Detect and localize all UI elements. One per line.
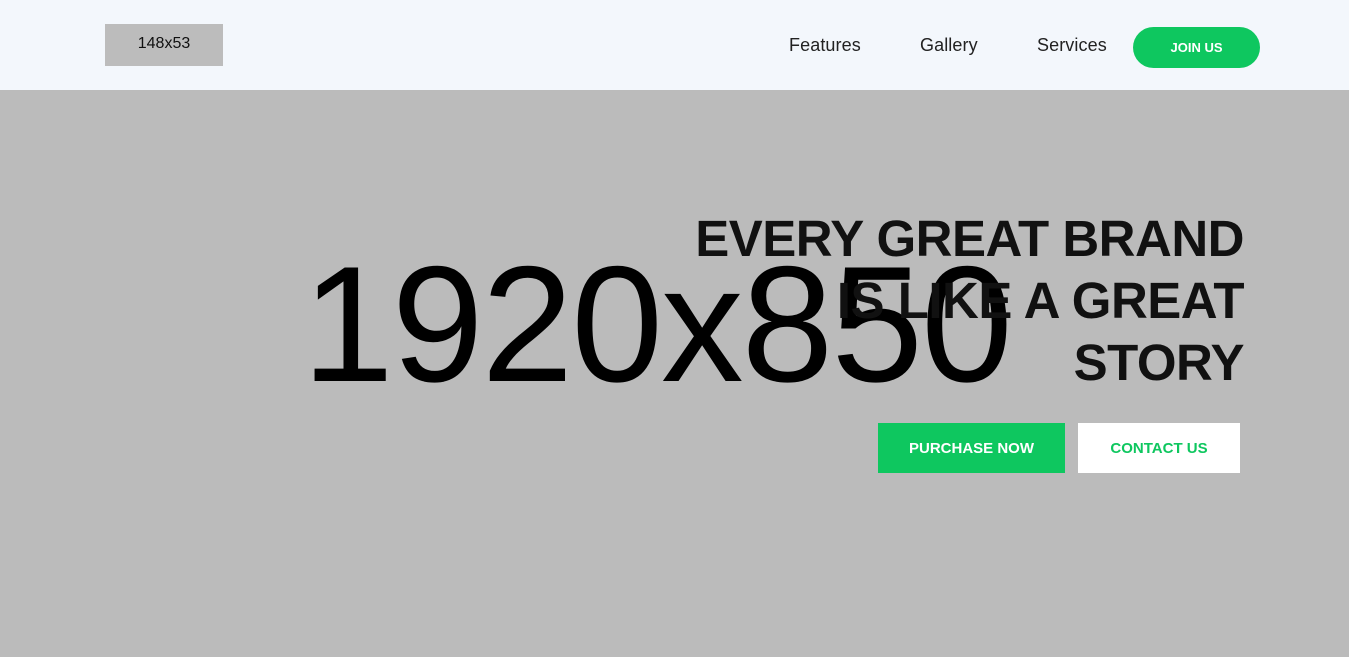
headline-line-2: IS LIKE A GREAT [836, 272, 1245, 329]
hero-headline: EVERY GREAT BRAND IS LIKE A GREAT STORY [544, 208, 1244, 394]
nav-link-gallery[interactable]: Gallery [920, 35, 978, 56]
nav-link-features[interactable]: Features [789, 35, 861, 56]
nav-link-services[interactable]: Services [1037, 35, 1107, 56]
hero-section: 1920x850 EVERY GREAT BRAND IS LIKE A GRE… [0, 90, 1349, 657]
headline-line-1: EVERY GREAT BRAND [695, 210, 1244, 267]
join-us-button[interactable]: JOIN US [1133, 27, 1260, 68]
headline-line-3: STORY [1073, 334, 1245, 391]
contact-us-button[interactable]: CONTACT US [1078, 423, 1240, 473]
logo-placeholder[interactable]: 148x53 [105, 24, 223, 66]
site-header: 148x53 Features Gallery Services JOIN US [0, 0, 1349, 90]
purchase-now-button[interactable]: PURCHASE NOW [878, 423, 1065, 473]
